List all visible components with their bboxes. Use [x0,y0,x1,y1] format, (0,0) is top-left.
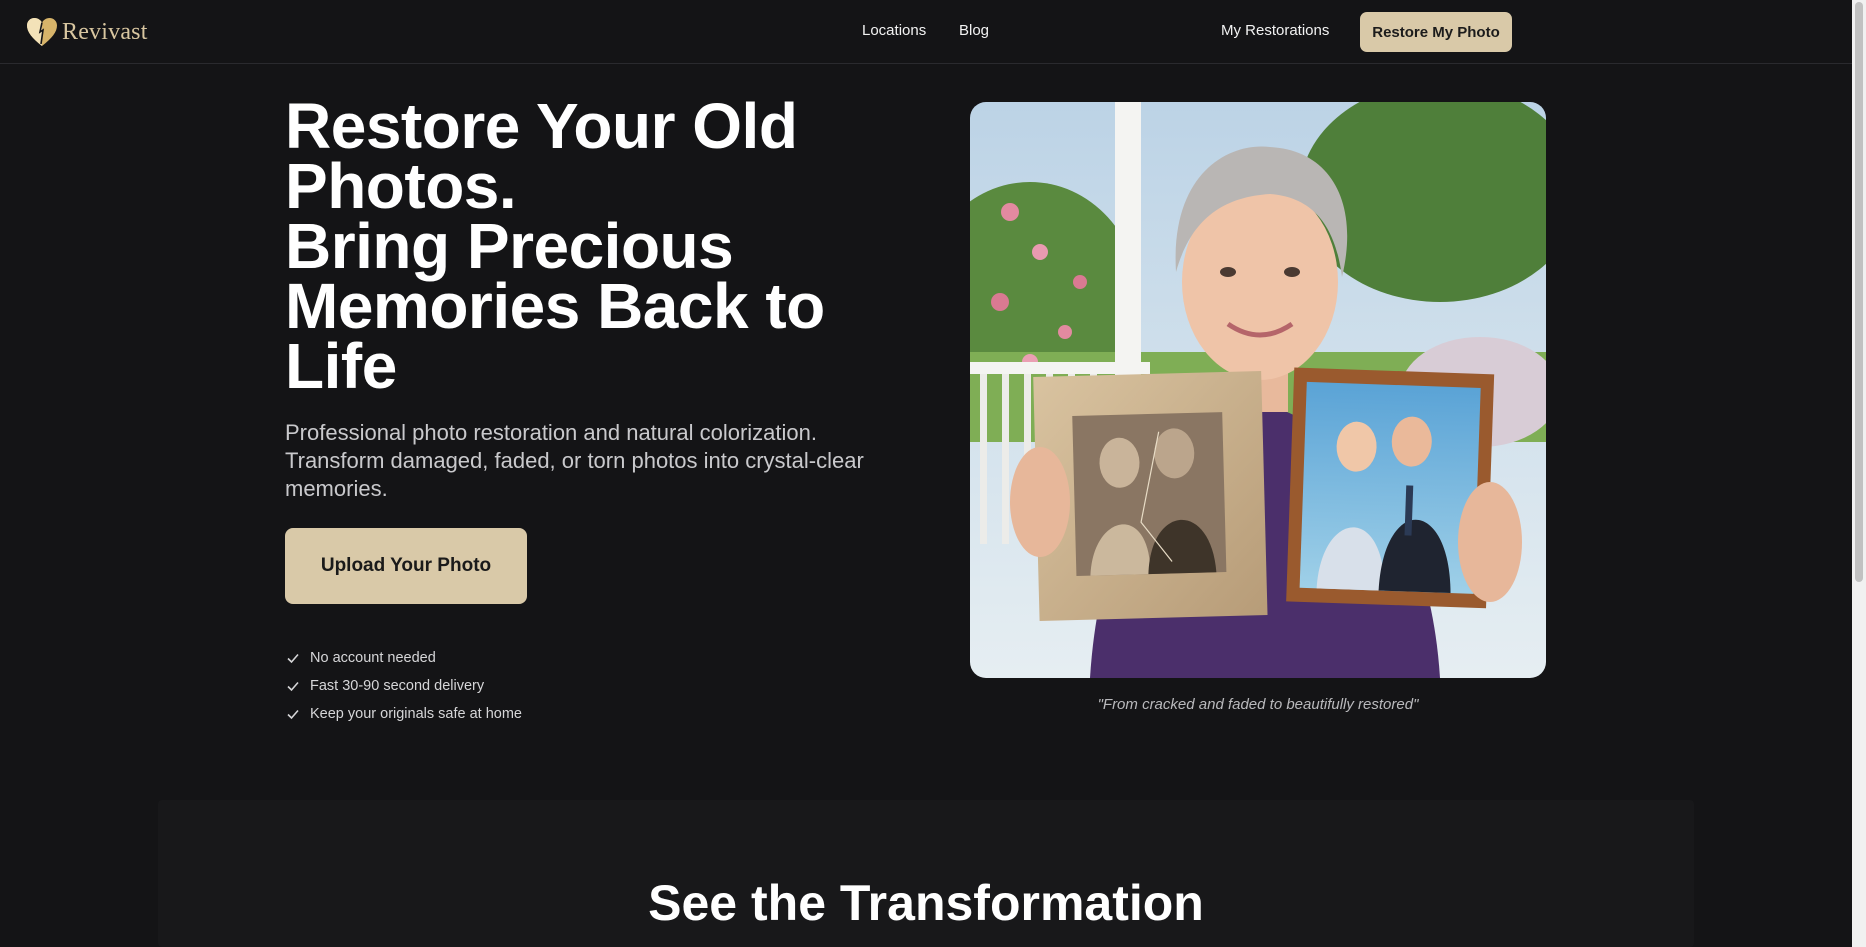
heart-logo-icon [27,18,57,46]
feature-text: Fast 30-90 second delivery [310,678,485,694]
nav-my-restorations[interactable]: My Restorations [1221,22,1329,39]
hero-title: Restore Your Old Photos. Bring Precious … [285,94,905,398]
transformation-title: See the Transformation [648,875,1204,931]
hero-title-line-1: Restore Your Old Photos. [285,90,798,222]
photo-caption: "From cracked and faded to beautifully r… [1097,696,1419,713]
feature-text: No account needed [310,650,436,666]
feature-text: Keep your originals safe at home [310,706,522,722]
hero-photo [970,102,1546,678]
brand-name: Revivast [62,18,148,45]
transformation-section: See the Transformation [158,800,1694,947]
feature-item: Fast 30-90 second delivery [286,672,522,700]
check-icon [287,709,299,720]
scrollbar-thumb[interactable] [1855,2,1863,582]
nav-locations[interactable]: Locations [862,22,926,39]
nav-blog[interactable]: Blog [959,22,989,39]
logo-link[interactable]: Revivast [24,14,148,50]
site-header: Revivast Locations Blog My Restorations … [0,0,1852,64]
feature-list: No account needed Fast 30-90 second deli… [286,644,522,728]
restoration-example-image [970,102,1546,678]
check-icon [287,681,299,692]
check-icon [287,653,299,664]
feature-item: Keep your originals safe at home [286,700,522,728]
hero-title-line-2: Bring Precious Memories Back to Life [285,210,825,402]
upload-photo-button[interactable]: Upload Your Photo [285,528,527,604]
restore-my-photo-button[interactable]: Restore My Photo [1360,12,1512,52]
feature-item: No account needed [286,644,522,672]
hero-subtitle: Professional photo restoration and natur… [285,420,864,501]
page-scrollbar[interactable] [1852,0,1866,947]
